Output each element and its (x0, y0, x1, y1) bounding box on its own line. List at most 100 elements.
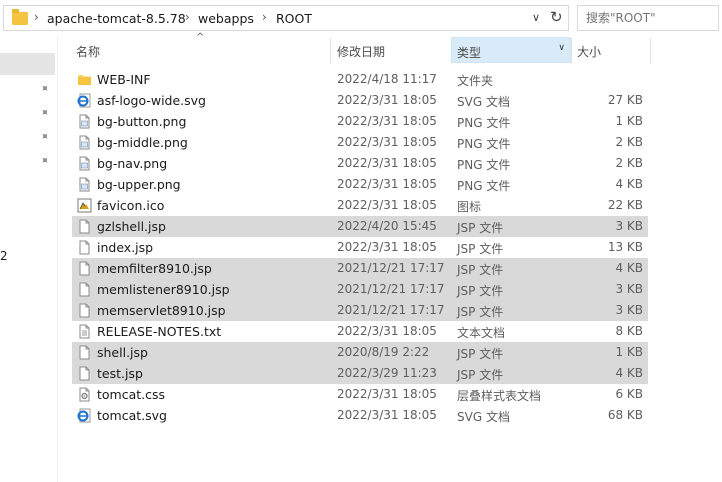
file-name[interactable]: RELEASE-NOTES.txt (97, 324, 221, 339)
file-date: 2020/8/19 2:22 (337, 345, 430, 359)
text-file-icon (77, 324, 92, 339)
file-type: JSP 文件 (457, 305, 504, 319)
refresh-icon[interactable]: ↻ (550, 8, 563, 26)
address-bar[interactable]: › apache-tomcat-8.5.78 › webapps › ROOT … (3, 5, 569, 31)
nav-selected-item[interactable] (0, 53, 55, 75)
pin-icon[interactable]: ✦ (37, 105, 53, 121)
file-name[interactable]: index.jsp (97, 240, 153, 255)
file-row[interactable]: bg-middle.png 2022/3/31 18:05 PNG 文件 2 KB (72, 132, 648, 153)
file-type: JSP 文件 (457, 368, 504, 382)
file-name[interactable]: bg-upper.png (97, 177, 181, 192)
file-name[interactable]: bg-middle.png (97, 135, 188, 150)
file-name[interactable]: test.jsp (97, 366, 143, 381)
file-name[interactable]: tomcat.svg (97, 408, 167, 423)
file-row[interactable]: tomcat.svg 2022/3/31 18:05 SVG 文档 68 KB (72, 405, 648, 426)
file-size: 4 KB (615, 261, 643, 275)
file-row[interactable]: gzlshell.jsp 2022/4/20 15:45 JSP 文件 3 KB (72, 216, 648, 237)
file-size: 27 KB (607, 93, 643, 107)
file-date: 2022/3/31 18:05 (337, 135, 437, 149)
file-type: SVG 文档 (457, 410, 510, 424)
folder-icon (12, 9, 28, 25)
file-date: 2022/3/31 18:05 (337, 240, 437, 254)
file-date: 2022/3/29 11:23 (337, 366, 437, 380)
file-row[interactable]: bg-button.png 2022/3/31 18:05 PNG 文件 1 KB (72, 111, 648, 132)
file-row[interactable]: index.jsp 2022/3/31 18:05 JSP 文件 13 KB (72, 237, 648, 258)
file-name[interactable]: shell.jsp (97, 345, 148, 360)
breadcrumb-webapps[interactable]: webapps (198, 11, 254, 26)
file-type: 文本文档 (457, 326, 506, 340)
file-row[interactable]: asf-logo-wide.svg 2022/3/31 18:05 SVG 文档 27… (72, 90, 648, 111)
file-date: 2021/12/21 17:17 (337, 261, 445, 275)
file-row[interactable]: bg-upper.png 2022/3/31 18:05 PNG 文件 4 KB (72, 174, 648, 195)
file-row[interactable]: WEB-INF 2022/4/18 11:17 文件夹 (72, 69, 648, 90)
file-name[interactable]: favicon.ico (97, 198, 164, 213)
pin-icon[interactable]: ✦ (37, 81, 53, 97)
file-size: 3 KB (615, 219, 643, 233)
column-header-name[interactable]: 名称 (72, 36, 330, 64)
file-name[interactable]: memservlet8910.jsp (97, 303, 226, 318)
chevron-right-icon[interactable]: › (262, 10, 267, 24)
chevron-right-icon[interactable]: › (185, 10, 190, 24)
file-date: 2022/3/31 18:05 (337, 177, 437, 191)
file-row[interactable]: test.jsp 2022/3/29 11:23 JSP 文件 4 KB (72, 363, 648, 384)
chevron-down-icon[interactable]: ∨ (558, 43, 565, 53)
image-file-icon (77, 135, 92, 150)
file-date: 2022/3/31 18:05 (337, 93, 437, 107)
file-type: PNG 文件 (457, 116, 511, 130)
column-header-type[interactable]: 类型 ∨ (451, 37, 571, 63)
file-name[interactable]: memfilter8910.jsp (97, 261, 212, 276)
file-row[interactable]: memservlet8910.jsp 2021/12/21 17:17 JSP 文件… (72, 300, 648, 321)
chevron-right-icon[interactable]: › (34, 10, 39, 24)
column-header-size[interactable]: 大小 (572, 36, 650, 64)
file-name[interactable]: memlistener8910.jsp (97, 282, 230, 297)
file-name[interactable]: bg-button.png (97, 114, 186, 129)
generic-file-icon (77, 345, 92, 360)
file-date: 2022/3/31 18:05 (337, 387, 437, 401)
chevron-down-icon[interactable]: ∨ (532, 11, 540, 24)
pin-icon[interactable]: ✦ (37, 153, 53, 169)
breadcrumb-root[interactable]: ROOT (276, 11, 312, 26)
tomcat-icon (77, 198, 92, 213)
generic-file-icon (77, 303, 92, 318)
file-name[interactable]: bg-nav.png (97, 156, 167, 171)
file-name[interactable]: asf-logo-wide.svg (97, 93, 206, 108)
generic-file-icon (77, 282, 92, 297)
file-row[interactable]: memlistener8910.jsp 2021/12/21 17:17 JSP 文… (72, 279, 648, 300)
file-size: 13 KB (607, 240, 643, 254)
breadcrumb-apache-tomcat[interactable]: apache-tomcat-8.5.78 (47, 11, 186, 26)
file-row[interactable]: tomcat.css 2022/3/31 18:05 层叠样式表文档 6 KB (72, 384, 648, 405)
generic-file-icon (77, 219, 92, 234)
file-name[interactable]: WEB-INF (97, 72, 151, 87)
file-list: WEB-INF 2022/4/18 11:17 文件夹 asf-logo-wide.s… (72, 69, 648, 426)
file-type: 层叠样式表文档 (457, 389, 542, 403)
generic-file-icon (77, 366, 92, 381)
file-size: 4 KB (615, 366, 643, 380)
generic-file-icon (77, 240, 92, 255)
file-row[interactable]: favicon.ico 2022/3/31 18:05 图标 22 KB (72, 195, 648, 216)
file-size: 1 KB (615, 114, 643, 128)
file-name[interactable]: tomcat.css (97, 387, 165, 402)
file-name[interactable]: gzlshell.jsp (97, 219, 166, 234)
file-date: 2022/3/31 18:05 (337, 408, 437, 422)
file-type: JSP 文件 (457, 263, 504, 277)
search-input[interactable] (578, 6, 718, 30)
file-type: JSP 文件 (457, 242, 504, 256)
address-bar-area: › apache-tomcat-8.5.78 › webapps › ROOT … (0, 0, 722, 36)
file-row[interactable]: bg-nav.png 2022/3/31 18:05 PNG 文件 2 KB (72, 153, 648, 174)
search-box[interactable] (577, 5, 719, 31)
file-row[interactable]: shell.jsp 2020/8/19 2:22 JSP 文件 1 KB (72, 342, 648, 363)
column-divider[interactable] (650, 38, 651, 64)
css-file-icon (77, 387, 92, 402)
pin-icon[interactable]: ✦ (37, 129, 53, 145)
file-date: 2022/4/18 11:17 (337, 72, 437, 86)
file-size: 6 KB (615, 387, 643, 401)
image-file-icon (77, 156, 92, 171)
file-row[interactable]: RELEASE-NOTES.txt 2022/3/31 18:05 文本文档 8 KB (72, 321, 648, 342)
file-size: 68 KB (607, 408, 643, 422)
file-type: 文件夹 (457, 74, 494, 88)
file-size: 22 KB (607, 198, 643, 212)
nav-item-label[interactable]: 2 (0, 249, 8, 263)
column-header-date[interactable]: 修改日期 (331, 36, 450, 64)
column-header-name-label: 名称 (76, 45, 101, 59)
file-row[interactable]: memfilter8910.jsp 2021/12/21 17:17 JSP 文件 4… (72, 258, 648, 279)
